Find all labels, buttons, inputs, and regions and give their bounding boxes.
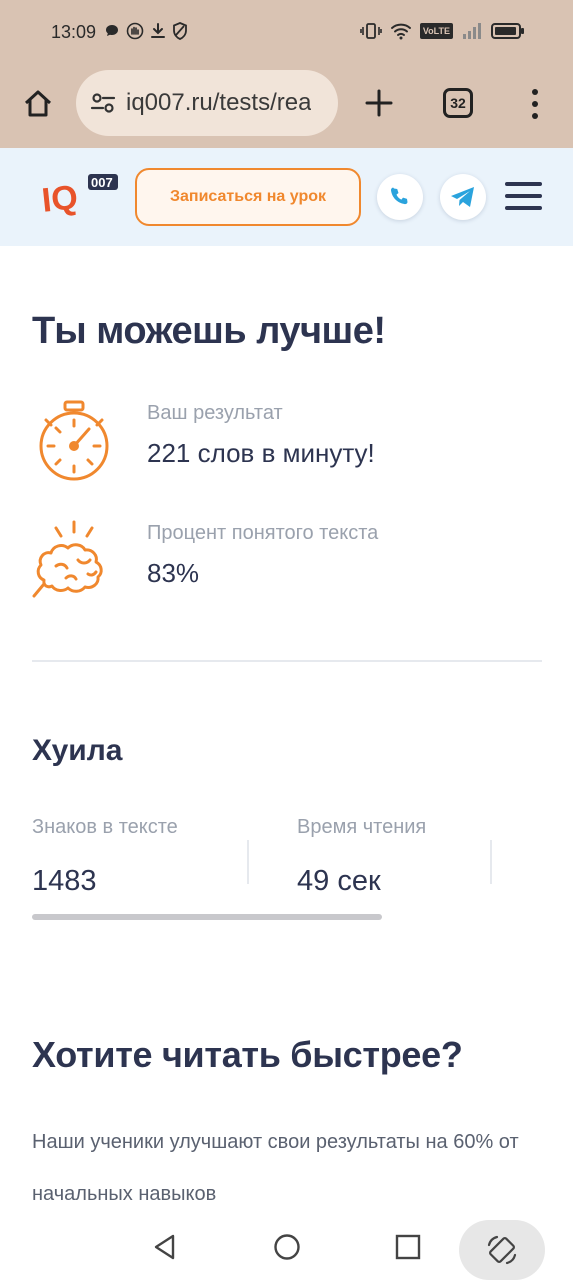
cta-text: Наши ученики улучшают свои результаты на… bbox=[32, 1131, 519, 1205]
home-icon bbox=[24, 90, 52, 117]
signup-lesson-button[interactable]: Записаться на урок bbox=[135, 168, 361, 226]
comprehension-result: Процент понятого текста 83% bbox=[32, 520, 542, 610]
plus-icon bbox=[365, 89, 393, 117]
burger-line bbox=[505, 194, 542, 198]
svg-text:007: 007 bbox=[91, 175, 113, 190]
chars-label: Знаков в тексте bbox=[32, 816, 178, 838]
home-circle-icon bbox=[274, 1234, 300, 1260]
back-triangle-icon bbox=[154, 1234, 175, 1260]
speed-result: Ваш результат 221 слов в минуту! bbox=[32, 400, 542, 490]
status-right-icons: VoLTE bbox=[360, 22, 525, 40]
comprehension-value: 83% bbox=[147, 558, 200, 588]
site-logo[interactable]: IQ 007 bbox=[40, 170, 120, 220]
recents-square-icon bbox=[395, 1234, 421, 1260]
svg-text:IQ: IQ bbox=[40, 178, 80, 220]
stopwatch-icon bbox=[39, 400, 109, 481]
system-navigation-bar bbox=[0, 1212, 573, 1280]
chars-metric: Знаков в тексте 1483 bbox=[32, 816, 248, 906]
telegram-button[interactable] bbox=[440, 174, 486, 220]
menu-dot bbox=[532, 89, 538, 95]
burger-line bbox=[505, 206, 542, 210]
phone-button[interactable] bbox=[377, 174, 423, 220]
phone-icon bbox=[390, 187, 408, 205]
status-left-icons bbox=[104, 22, 188, 40]
home-button[interactable] bbox=[18, 84, 58, 124]
metric-separator bbox=[247, 840, 249, 884]
signal-icon bbox=[463, 23, 481, 39]
site-header: IQ 007 Записаться на урок bbox=[0, 148, 573, 246]
download-icon bbox=[151, 23, 165, 38]
result-title: Ты можешь лучше! bbox=[32, 310, 386, 352]
time-value: 49 сек bbox=[297, 865, 381, 897]
telegram-icon bbox=[451, 187, 474, 207]
iq007-logo-icon: IQ 007 bbox=[40, 174, 118, 220]
recents-button[interactable] bbox=[383, 1222, 433, 1272]
chars-value: 1483 bbox=[32, 865, 97, 897]
metric-separator bbox=[490, 840, 492, 884]
menu-dot bbox=[532, 101, 538, 107]
shield-icon bbox=[173, 22, 187, 40]
menu-dot bbox=[532, 113, 538, 119]
cta-title: Хотите читать быстрее? bbox=[32, 1034, 463, 1075]
chat-bubble-icon bbox=[106, 25, 118, 36]
site-menu-button[interactable] bbox=[505, 182, 542, 210]
speed-value: 221 слов в минуту! bbox=[147, 438, 375, 468]
browser-chrome: 13:09 VoLTE iq007.ru/tests/rea 32 bbox=[0, 0, 573, 148]
comprehension-label: Процент понятого текста bbox=[147, 522, 379, 544]
wifi-icon bbox=[390, 23, 411, 40]
status-bar: 13:09 VoLTE bbox=[0, 0, 573, 66]
browser-menu-button[interactable] bbox=[524, 86, 546, 122]
new-tab-button[interactable] bbox=[360, 84, 398, 122]
back-button[interactable] bbox=[140, 1222, 190, 1272]
volte-icon: VoLTE bbox=[419, 23, 453, 39]
system-home-button[interactable] bbox=[262, 1222, 312, 1272]
section-divider bbox=[32, 660, 542, 662]
address-bar[interactable]: iq007.ru/tests/rea bbox=[76, 70, 338, 136]
url-text[interactable]: iq007.ru/tests/rea bbox=[126, 89, 311, 117]
battery-icon bbox=[491, 23, 524, 39]
metrics-scrollbar[interactable] bbox=[32, 914, 382, 920]
time-label: Время чтения bbox=[297, 816, 427, 838]
rotate-screen-button[interactable] bbox=[459, 1220, 545, 1280]
hand-icon bbox=[126, 22, 144, 40]
rotate-icon bbox=[487, 1235, 517, 1265]
status-time: 13:09 bbox=[51, 22, 97, 42]
brain-icon bbox=[32, 520, 103, 598]
speed-label: Ваш результат bbox=[147, 402, 283, 424]
browser-toolbar: iq007.ru/tests/rea 32 bbox=[0, 66, 573, 148]
text-title: Хуила bbox=[32, 734, 123, 767]
vibrate-icon bbox=[360, 23, 382, 39]
site-settings-icon[interactable] bbox=[90, 90, 116, 116]
time-metric: Время чтения 49 сек bbox=[297, 816, 497, 906]
text-metrics[interactable]: Знаков в тексте 1483 Время чтения 49 сек bbox=[32, 816, 542, 916]
tab-switcher-button[interactable]: 32 bbox=[443, 88, 473, 118]
burger-line bbox=[505, 182, 542, 186]
